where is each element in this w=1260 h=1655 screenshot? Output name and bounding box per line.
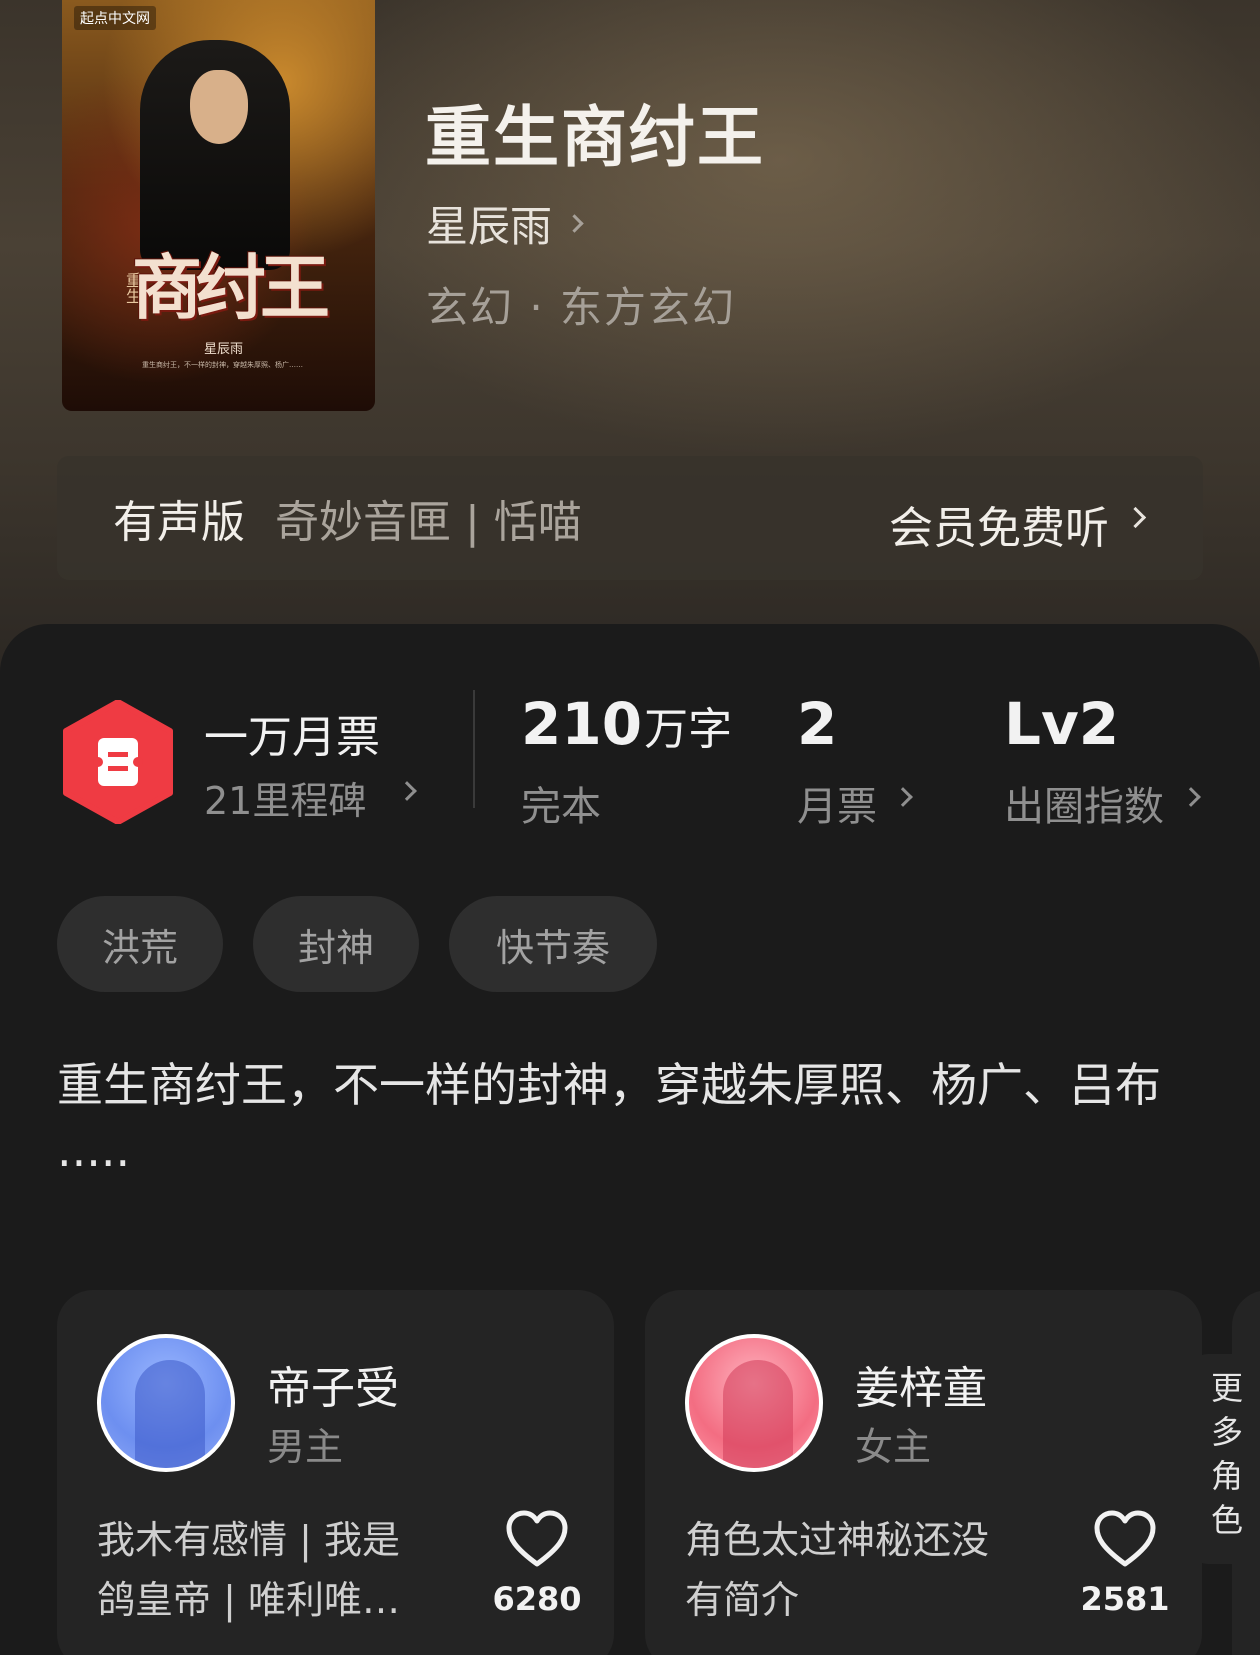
chevron-right-icon	[1124, 506, 1147, 529]
tag-chip[interactable]: 洪荒	[57, 896, 223, 992]
cover-title-art: 商纣王	[132, 246, 330, 329]
more-roles-button[interactable]: 更多角色	[1190, 1354, 1260, 1564]
avatar-silhouette	[723, 1360, 793, 1468]
character-card[interactable]: 姜梓童 女主 角色太过神秘还没有简介 2581	[645, 1290, 1202, 1655]
monthly-ticket-title[interactable]: 一万月票	[204, 701, 380, 765]
monthly-ticket-icon	[63, 700, 173, 824]
character-role: 女主	[855, 1425, 932, 1469]
monthly-ticket-count[interactable]: 2	[797, 690, 837, 758]
book-title: 重生商纣王	[425, 98, 765, 176]
cover-blurb: 重生商纣王，不一样的封神，穿越朱厚照、杨广……	[142, 361, 303, 369]
stats-divider	[473, 690, 475, 808]
book-cover[interactable]: 起点中文网 重生 商纣王 星辰雨 重生商纣王，不一样的封神，穿越朱厚照、杨广……	[62, 0, 375, 411]
cover-author: 星辰雨	[204, 342, 244, 357]
popularity-index-label[interactable]: 出圈指数	[1004, 774, 1164, 832]
like-count: 2581	[1080, 1580, 1170, 1618]
character-name: 帝子受	[267, 1363, 399, 1414]
character-name: 姜梓童	[855, 1363, 987, 1414]
audiobook-source: 奇妙音匣 | 恬喵	[275, 497, 582, 548]
like-count: 6280	[492, 1580, 582, 1618]
cover-character-face	[190, 70, 248, 144]
author-name: 星辰雨	[426, 202, 553, 251]
heart-icon[interactable]	[1093, 1510, 1157, 1570]
author-link[interactable]: 星辰雨	[426, 193, 584, 254]
character-avatar	[685, 1334, 823, 1472]
audiobook-label: 有声版	[113, 497, 245, 548]
character-role: 男主	[267, 1425, 344, 1469]
book-description[interactable]: 重生商纣王，不一样的封神，穿越朱厚照、杨广、吕布·····	[57, 1046, 1167, 1202]
character-description: 我木有感情 | 我是鸽皇帝 | 唯利唯…	[97, 1518, 400, 1622]
character-avatar	[97, 1334, 235, 1472]
completion-status: 完本	[521, 784, 601, 830]
cover-publisher-logo: 起点中文网	[74, 6, 156, 30]
member-free-listen-link[interactable]: 会员免费听	[889, 492, 1109, 556]
heart-icon[interactable]	[505, 1510, 569, 1570]
avatar-silhouette	[135, 1360, 205, 1468]
tag-chip[interactable]: 封神	[253, 896, 419, 992]
popularity-level[interactable]: Lv2	[1004, 690, 1119, 758]
tag-chip[interactable]: 快节奏	[449, 896, 657, 992]
audiobook-bar[interactable]: 有声版 奇妙音匣 | 恬喵 会员免费听	[57, 456, 1203, 580]
character-description: 角色太过神秘还没有简介	[685, 1518, 990, 1622]
word-count: 210万字	[521, 690, 733, 758]
monthly-ticket-label[interactable]: 月票	[797, 774, 877, 832]
more-roles-label: 更多角色	[1206, 1371, 1244, 1547]
milestone-count[interactable]: 21里程碑	[204, 770, 366, 825]
chevron-right-icon	[565, 214, 584, 233]
character-card[interactable]: 帝子受 男主 我木有感情 | 我是鸽皇帝 | 唯利唯… 6280	[57, 1290, 614, 1655]
book-genre: 玄幻 · 东方玄幻	[426, 283, 737, 332]
